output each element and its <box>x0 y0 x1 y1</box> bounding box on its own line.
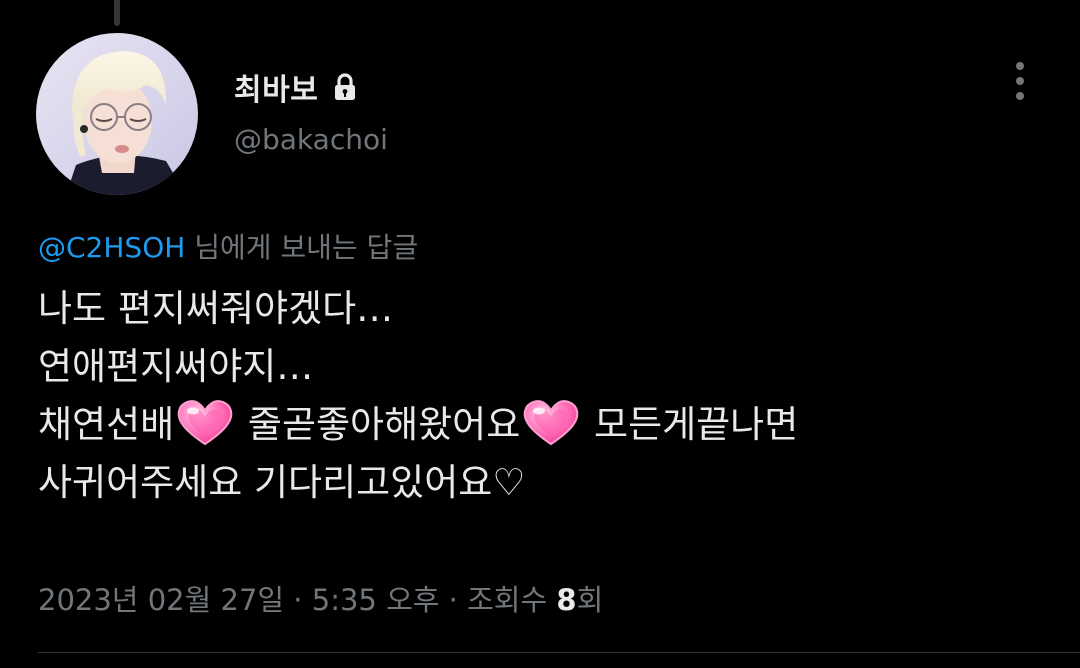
divider <box>38 652 1080 653</box>
author-name-row[interactable]: 최바보 <box>234 64 358 110</box>
reply-mention-link[interactable]: @C2HSOH <box>38 231 185 264</box>
tweet-text-line: 사귀어주세요 기다리고있어요♡ <box>38 461 526 504</box>
tweet-text-line: 연애편지써야지… <box>38 345 314 388</box>
views-suffix: 회 <box>576 583 604 617</box>
views-count[interactable]: 8 <box>556 583 576 617</box>
author-handle[interactable]: @bakachoi <box>234 123 388 156</box>
tweet-text: 나도 편지써줘야겠다… 연애편지써야지… 채연선배 줄곧좋아해왔어요 모든게끝나… <box>38 280 1048 512</box>
display-name[interactable]: 최바보 <box>234 65 318 109</box>
thread-connector-line <box>114 0 120 26</box>
tweet-text-segment: 줄곧좋아해왔어요 <box>236 403 521 446</box>
meta-separator: · <box>439 583 468 617</box>
more-options-button[interactable] <box>1000 58 1040 104</box>
tweet-text-line: 나도 편지써줘야겠다… <box>38 287 394 330</box>
tweet-text-segment: 채연선배 <box>38 403 175 446</box>
views-label: 조회수 <box>467 583 557 617</box>
growing-heart-emoji-icon <box>522 398 580 446</box>
avatar[interactable] <box>36 33 198 195</box>
tweet-metadata: 2023년 02월 27일 · 5:35 오후 · 조회수 8회 <box>38 577 603 619</box>
reply-context-label: 님에게 보내는 답글 <box>185 231 419 264</box>
tweet-date[interactable]: 2023년 02월 27일 <box>38 583 284 617</box>
growing-heart-emoji-icon <box>176 398 234 446</box>
reply-context: @C2HSOH 님에게 보내는 답글 <box>38 226 418 266</box>
meta-separator: · <box>284 583 312 617</box>
tweet-text-line: 채연선배 줄곧좋아해왔어요 모든게끝나면 <box>38 396 1048 454</box>
more-vertical-icon-dot <box>1016 92 1024 100</box>
more-vertical-icon-dot <box>1016 62 1024 70</box>
avatar-photo <box>36 33 198 195</box>
more-vertical-icon-dot <box>1016 77 1024 85</box>
tweet-time[interactable]: 5:35 오후 <box>312 583 440 617</box>
tweet-text-segment: 모든게끝나면 <box>582 403 799 446</box>
lock-icon <box>332 72 358 102</box>
